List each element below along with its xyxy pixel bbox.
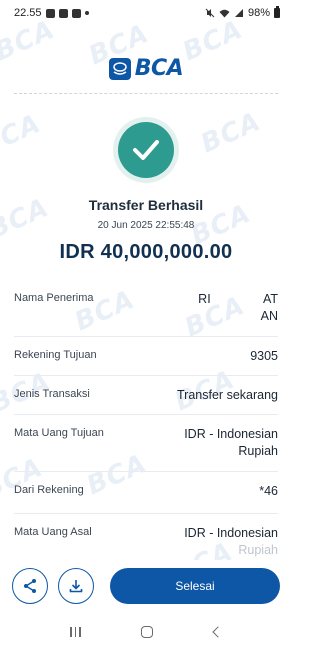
wifi-icon: [219, 9, 230, 17]
from-account-label: Dari Rekening: [14, 484, 84, 496]
type-label: Jenis Transaksi: [14, 388, 90, 400]
detail-row-recipient: Nama Penerima RI AT AN: [14, 280, 278, 337]
bca-logo-mark-icon: [108, 57, 131, 80]
account-value: 9305: [250, 349, 278, 363]
mail-icon: [58, 8, 68, 18]
success-badge: [113, 117, 179, 183]
notification-icon: [45, 8, 55, 18]
src-currency-value: IDR - Indonesian Rupiah: [184, 526, 278, 557]
divider: [14, 93, 278, 94]
recipient-label: Nama Penerima: [14, 292, 94, 304]
checkmark-icon: [118, 122, 174, 178]
recipient-name-part-1: RI: [198, 292, 211, 306]
share-button[interactable]: [12, 568, 48, 604]
dest-currency-label: Mata Uang Tujuan: [14, 427, 104, 439]
system-nav-bar: [0, 612, 292, 651]
recipient-name-part-2: AT: [262, 292, 278, 306]
detail-row-src-currency: Mata Uang Asal IDR - Indonesian Rupiah: [14, 514, 278, 557]
status-time: 22.55: [14, 7, 42, 19]
detail-row-from-account: Dari Rekening *46: [14, 472, 278, 514]
recipient-value: RI AT AN: [198, 280, 278, 325]
dest-currency-value: IDR - Indonesian Rupiah: [184, 427, 278, 458]
src-currency-label: Mata Uang Asal: [14, 526, 92, 538]
share-icon: [24, 579, 36, 593]
recipient-name-part-3: AN: [260, 309, 278, 323]
type-value: Transfer sekarang: [177, 388, 278, 402]
mute-icon: [205, 8, 215, 18]
from-account-value: *46: [259, 484, 278, 498]
done-button[interactable]: Selesai: [110, 568, 280, 604]
bca-logo: BCA: [0, 56, 292, 81]
recent-apps-icon[interactable]: [70, 626, 81, 637]
account-label: Rekening Tujuan: [14, 349, 97, 361]
signal-icon: [234, 9, 243, 17]
result-datetime: 20 Jun 2025 22:55:48: [97, 220, 195, 231]
action-bar: Selesai: [0, 560, 292, 612]
detail-row-account: Rekening Tujuan 9305: [14, 337, 278, 376]
home-icon[interactable]: [141, 625, 154, 638]
detail-row-dest-currency: Mata Uang Tujuan IDR - Indonesian Rupiah: [14, 415, 278, 472]
bca-logo-text: BCA: [134, 56, 184, 81]
battery-percent: 98%: [247, 7, 270, 19]
transaction-details: Nama Penerima RI AT AN Rekening Tujuan 9…: [14, 280, 278, 557]
battery-icon: [274, 6, 280, 18]
more-notifications-icon: [84, 11, 89, 15]
download-icon: [69, 580, 83, 593]
image-icon: [71, 8, 81, 18]
detail-row-type: Jenis Transaksi Transfer sekarang: [14, 376, 278, 415]
status-bar: 22.55 98%: [0, 0, 292, 26]
download-button[interactable]: [58, 568, 94, 604]
transfer-amount: IDR 40,000,000.00: [59, 241, 233, 263]
back-icon[interactable]: [212, 625, 224, 638]
result-title: Transfer Berhasil: [88, 197, 204, 213]
